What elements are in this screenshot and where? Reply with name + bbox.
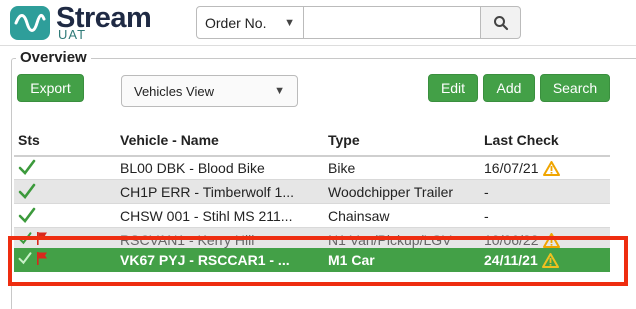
chevron-down-icon: ▼ <box>274 85 285 97</box>
edit-button[interactable]: Edit <box>428 74 478 102</box>
quick-search: Order No. ▼ <box>196 6 521 39</box>
search-button[interactable] <box>481 6 521 39</box>
chevron-down-icon: ▼ <box>284 16 295 29</box>
search-icon <box>493 15 508 30</box>
table-row[interactable]: CHSW 001 - Stihl MS 211... Chainsaw - <box>14 204 610 228</box>
status-cell <box>18 207 36 226</box>
type-cell: Woodchipper Trailer <box>328 184 454 200</box>
column-header-last-check[interactable]: Last Check <box>484 132 559 148</box>
last-check-value: - <box>484 184 489 200</box>
search-open-button[interactable]: Search <box>540 74 610 102</box>
brand-env: UAT <box>58 27 87 42</box>
header-divider <box>0 45 636 46</box>
vehicle-name-cell: CH1P ERR - Timberwolf 1... <box>120 184 295 200</box>
type-cell: Bike <box>328 160 356 176</box>
check-icon <box>18 183 36 199</box>
search-input[interactable] <box>304 6 481 39</box>
check-icon <box>18 159 36 175</box>
column-header-type[interactable]: Type <box>328 132 360 148</box>
last-check-cell: - <box>484 184 604 200</box>
table-row[interactable]: CH1P ERR - Timberwolf 1... Woodchipper T… <box>14 180 610 204</box>
status-cell <box>18 183 36 202</box>
column-header-status[interactable]: Sts <box>18 132 40 148</box>
last-check-cell: - <box>484 208 604 224</box>
view-select[interactable]: Vehicles View ▼ <box>121 75 298 107</box>
highlight-frame <box>8 236 628 286</box>
status-cell <box>18 159 36 178</box>
export-button[interactable]: Export <box>17 74 84 102</box>
stream-logo: Stream UAT <box>8 2 178 42</box>
logo-wave-icon <box>10 6 50 40</box>
check-icon <box>18 207 36 223</box>
search-mode-select[interactable]: Order No. ▼ <box>196 6 304 39</box>
panel-title: Overview <box>16 49 91 66</box>
warning-icon[interactable] <box>542 160 560 176</box>
vehicle-name-cell: CHSW 001 - Stihl MS 211... <box>120 208 293 224</box>
last-check-value: - <box>484 208 489 224</box>
last-check-cell: 16/07/21 <box>484 160 604 176</box>
last-check-value: 16/07/21 <box>484 160 539 176</box>
vehicle-name-cell: BL00 DBK - Blood Bike <box>120 160 265 176</box>
add-button[interactable]: Add <box>483 74 535 102</box>
search-mode-value: Order No. <box>205 14 267 31</box>
table-row[interactable]: BL00 DBK - Blood Bike Bike 16/07/21 <box>14 156 610 180</box>
type-cell: Chainsaw <box>328 208 390 224</box>
view-select-value: Vehicles View <box>134 83 214 99</box>
column-header-vehicle[interactable]: Vehicle - Name <box>120 132 219 148</box>
